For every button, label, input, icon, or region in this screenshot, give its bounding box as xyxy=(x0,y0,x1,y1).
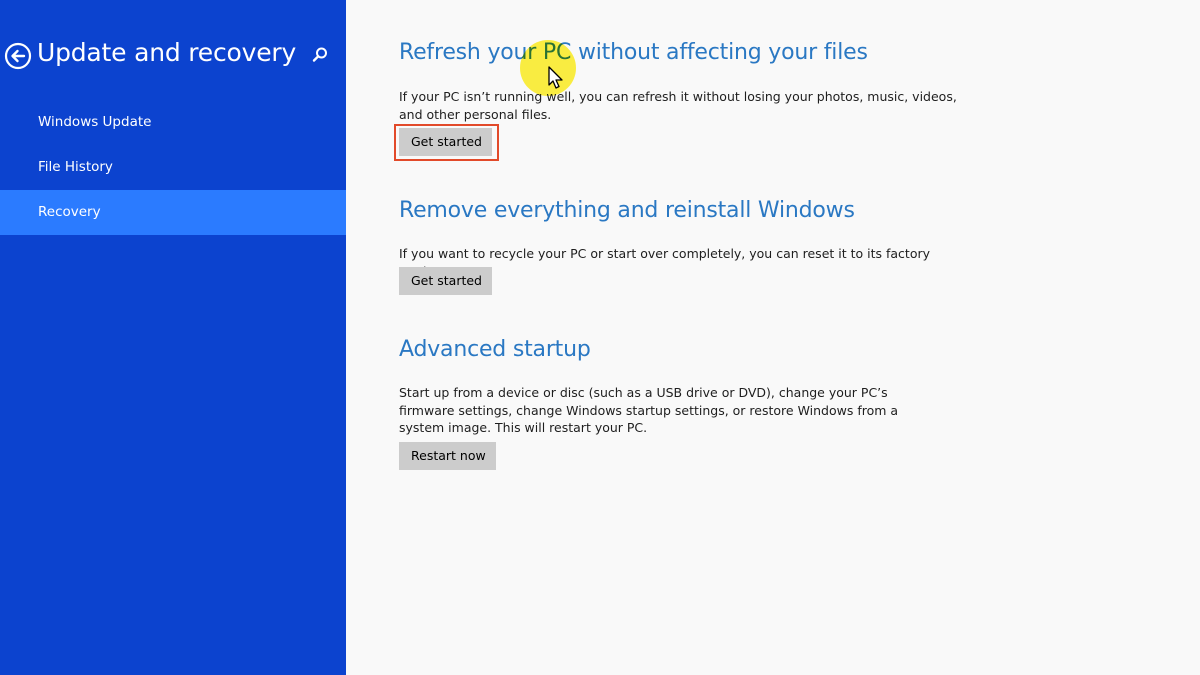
advanced-startup-section: Advanced startup xyxy=(399,337,959,362)
reset-get-started-button[interactable]: Get started xyxy=(399,267,492,295)
reset-section: Remove everything and reinstall Windows xyxy=(399,198,959,223)
advanced-startup-title: Advanced startup xyxy=(399,337,591,362)
sidebar-item-file-history[interactable]: File History xyxy=(0,145,346,190)
advanced-startup-description: Start up from a device or disc (such as … xyxy=(399,385,899,435)
refresh-section: Refresh your PC without affecting your f… xyxy=(399,40,959,65)
sidebar-item-label: Recovery xyxy=(38,204,101,220)
refresh-description-wrap: If your PC isn’t running well, you can r… xyxy=(399,88,959,123)
restart-now-button[interactable]: Restart now xyxy=(399,442,496,470)
reset-title: Remove everything and reinstall Windows xyxy=(399,198,855,223)
advanced-description-wrap: Start up from a device or disc (such as … xyxy=(399,384,959,437)
refresh-title: Refresh your PC without affecting your f… xyxy=(399,40,868,65)
refresh-description: If your PC isn’t running well, you can r… xyxy=(399,89,957,122)
pc-settings-window: Update and recovery Windows Update File … xyxy=(0,0,1200,675)
mouse-pointer-icon xyxy=(548,66,564,90)
back-arrow-circle-icon[interactable] xyxy=(4,42,32,70)
refresh-button-wrap: Get started xyxy=(399,128,492,156)
reset-button-wrap: Get started xyxy=(399,267,492,295)
recovery-content: Refresh your PC without affecting your f… xyxy=(346,0,1200,675)
refresh-get-started-button[interactable]: Get started xyxy=(399,128,492,156)
sidebar: Update and recovery Windows Update File … xyxy=(0,0,346,675)
sidebar-item-windows-update[interactable]: Windows Update xyxy=(0,100,346,145)
search-icon[interactable] xyxy=(311,46,329,64)
sidebar-nav: Windows Update File History Recovery xyxy=(0,100,346,235)
sidebar-item-label: Windows Update xyxy=(38,114,152,130)
restart-button-wrap: Restart now xyxy=(399,442,496,470)
sidebar-header: Update and recovery xyxy=(0,36,346,78)
page-title: Update and recovery xyxy=(37,38,297,67)
sidebar-item-recovery[interactable]: Recovery xyxy=(0,190,346,235)
sidebar-item-label: File History xyxy=(38,159,113,175)
